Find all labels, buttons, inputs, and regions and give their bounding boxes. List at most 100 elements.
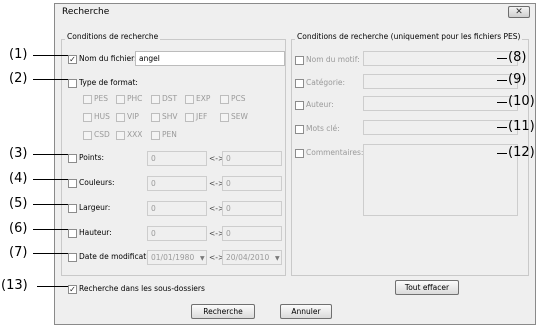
pes-mots-cl-label: Mots clé:: [306, 124, 340, 133]
format-sew-checkbox[interactable]: [220, 113, 229, 122]
callout-leader-5: [33, 204, 68, 205]
subfolders-checkbox[interactable]: ✓: [68, 285, 77, 294]
callout-8: (8): [508, 50, 527, 65]
pes-auteur-input[interactable]: [363, 96, 518, 111]
format-csd-checkbox[interactable]: [83, 131, 92, 140]
couleurs-label: Couleurs:: [79, 178, 115, 187]
callout-11: (11): [508, 119, 535, 134]
pes-commentaires-input[interactable]: [363, 144, 518, 216]
hauteur-checkbox[interactable]: [68, 229, 77, 238]
format-exp-checkbox[interactable]: [185, 95, 194, 104]
format-jef-label: JEF: [196, 112, 208, 121]
pes-auteur-checkbox[interactable]: [295, 101, 304, 110]
format-xxx-label: XXX: [127, 130, 143, 139]
points-to-input[interactable]: 0: [222, 151, 282, 166]
search-button[interactable]: Recherche: [191, 304, 255, 319]
date-checkbox[interactable]: [68, 253, 77, 262]
largeur-to-input[interactable]: 0: [222, 201, 282, 216]
format-dst-label: DST: [162, 94, 178, 103]
filename-checkbox-checkmark: ✓: [69, 55, 76, 64]
callout-13: (13): [1, 278, 28, 293]
format-vip-label: VIP: [127, 112, 139, 121]
search-dialog: Recherche ✕ Conditions de recherche Cond…: [54, 3, 536, 325]
format-label: Type de format:: [79, 78, 138, 87]
callout-7: (7): [9, 245, 28, 260]
format-pen-checkbox[interactable]: [151, 131, 160, 140]
format-pes-label: PES: [94, 94, 109, 103]
callout-5: (5): [9, 196, 28, 211]
cancel-button[interactable]: Annuler: [280, 304, 332, 319]
pes-nom-du-motif-input[interactable]: [363, 51, 518, 66]
format-checkbox[interactable]: [68, 79, 77, 88]
format-vip-checkbox[interactable]: [116, 113, 125, 122]
callout-1: (1): [9, 47, 28, 62]
points-checkbox[interactable]: [68, 154, 77, 163]
format-pen-label: PEN: [162, 130, 177, 139]
format-shv-checkbox[interactable]: [151, 113, 160, 122]
date-from-select[interactable]: 01/01/1980: [147, 250, 207, 265]
callout-6: (6): [9, 221, 28, 236]
pes-cat-gorie-input[interactable]: [363, 74, 518, 89]
hauteur-label: Hauteur:: [79, 228, 112, 237]
filename-input[interactable]: angel: [135, 51, 285, 66]
format-phc-label: PHC: [127, 94, 143, 103]
format-shv-label: SHV: [162, 112, 178, 121]
callout-leader-3: [33, 154, 68, 155]
callout-leader-1: [33, 55, 68, 56]
callout-leader-6: [33, 229, 68, 230]
date-to-select[interactable]: 20/04/2010: [222, 250, 282, 265]
callout-10: (10): [508, 94, 535, 109]
couleurs-checkbox[interactable]: [68, 179, 77, 188]
format-pcs-label: PCS: [231, 94, 246, 103]
format-xxx-checkbox[interactable]: [116, 131, 125, 140]
couleurs-from-input[interactable]: 0: [147, 176, 207, 191]
close-icon[interactable]: ✕: [515, 7, 523, 17]
pes-conditions-title: Conditions de recherche (uniquement pour…: [295, 32, 523, 41]
format-jef-checkbox[interactable]: [185, 113, 194, 122]
window-title: Recherche: [62, 7, 110, 17]
pes-cat-gorie-checkbox[interactable]: [295, 79, 304, 88]
pes-nom-du-motif-label: Nom du motif:: [306, 55, 360, 64]
callout-12: (12): [508, 145, 535, 160]
format-sew-label: SEW: [231, 112, 248, 121]
format-phc-checkbox[interactable]: [116, 95, 125, 104]
chevron-down-icon[interactable]: ▼: [200, 255, 205, 262]
subfolders-checkbox-checkmark: ✓: [69, 285, 76, 294]
clear-all-button[interactable]: Tout effacer: [395, 280, 459, 295]
title-bar: Recherche ✕: [55, 4, 535, 20]
callout-leader-11: [497, 127, 507, 128]
search-conditions-title: Conditions de recherche: [65, 32, 161, 41]
pes-cat-gorie-label: Catégorie:: [306, 78, 346, 87]
largeur-label: Largeur:: [79, 203, 111, 212]
couleurs-to-input[interactable]: 0: [222, 176, 282, 191]
callout-4: (4): [9, 171, 28, 186]
chevron-down-icon[interactable]: ▼: [275, 255, 280, 262]
format-dst-checkbox[interactable]: [151, 95, 160, 104]
hauteur-from-input[interactable]: 0: [147, 226, 207, 241]
callout-leader-4: [33, 179, 68, 180]
format-pcs-checkbox[interactable]: [220, 95, 229, 104]
format-pes-checkbox[interactable]: [83, 95, 92, 104]
pes-mots-cl-input[interactable]: [363, 120, 518, 135]
hauteur-to-input[interactable]: 0: [222, 226, 282, 241]
points-from-input[interactable]: 0: [147, 151, 207, 166]
callout-leader-8: [497, 58, 507, 59]
largeur-checkbox[interactable]: [68, 204, 77, 213]
filename-checkbox[interactable]: ✓: [68, 55, 77, 64]
pes-nom-du-motif-checkbox[interactable]: [295, 56, 304, 65]
callout-leader-9: [497, 80, 507, 81]
format-hus-checkbox[interactable]: [83, 113, 92, 122]
pes-mots-cl-checkbox[interactable]: [295, 125, 304, 134]
format-csd-label: CSD: [94, 130, 110, 139]
pes-commentaires-label: Commentaires:: [306, 148, 364, 157]
subfolders-label: Recherche dans les sous-dossiers: [79, 284, 205, 293]
pes-auteur-label: Auteur:: [306, 100, 334, 109]
callout-leader-10: [497, 102, 507, 103]
callout-leader-2: [33, 79, 68, 80]
close-button[interactable]: ✕: [508, 6, 530, 18]
pes-commentaires-checkbox[interactable]: [295, 149, 304, 158]
format-hus-label: HUS: [94, 112, 110, 121]
points-label: Points:: [79, 153, 105, 162]
callout-leader-12: [497, 153, 507, 154]
largeur-from-input[interactable]: 0: [147, 201, 207, 216]
